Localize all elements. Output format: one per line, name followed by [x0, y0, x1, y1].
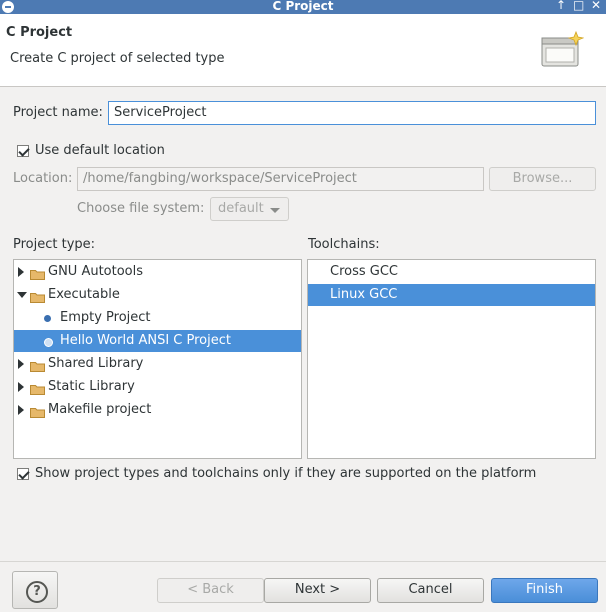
wizard-header: C Project Create C project of selected t…	[0, 14, 606, 87]
project-name-label: Project name:	[13, 105, 103, 120]
browse-button[interactable]: Browse...	[489, 167, 596, 191]
file-system-label: Choose file system:	[77, 201, 205, 216]
toolchain-item[interactable]: Cross GCC	[308, 261, 595, 283]
folder-icon	[30, 266, 45, 280]
filter-supported-label: Show project types and toolchains only i…	[35, 466, 537, 481]
toolchains-list[interactable]: Cross GCC Linux GCC	[307, 259, 596, 459]
project-template-icon	[44, 338, 53, 347]
help-button[interactable]: ?	[12, 571, 58, 609]
project-type-item[interactable]: Hello World ANSI C Project	[14, 330, 301, 352]
expand-arrow-down-icon[interactable]	[17, 292, 27, 298]
next-button[interactable]: Next >	[264, 578, 371, 603]
back-button[interactable]: < Back	[157, 578, 264, 603]
project-type-item[interactable]: GNU Autotools	[14, 261, 301, 283]
use-default-location-label: Use default location	[35, 143, 165, 158]
maximize-icon[interactable]: □	[573, 0, 584, 12]
project-template-icon	[44, 315, 51, 322]
project-type-label: Executable	[48, 287, 120, 302]
file-system-value: default	[218, 201, 264, 216]
location-input[interactable]: /home/fangbing/workspace/ServiceProject	[77, 167, 484, 191]
window-title: C Project	[272, 0, 334, 13]
restore-icon[interactable]: ↑	[556, 0, 566, 12]
project-type-item[interactable]: Executable	[14, 284, 301, 306]
project-type-label: Makefile project	[48, 402, 152, 417]
project-type-label: GNU Autotools	[48, 264, 144, 279]
expand-arrow-right-icon[interactable]	[18, 382, 24, 392]
project-type-item[interactable]: Static Library	[14, 376, 301, 398]
new-project-wizard-icon	[541, 30, 584, 67]
project-type-label: Project type:	[13, 237, 96, 252]
wizard-subtitle: Create C project of selected type	[10, 51, 225, 66]
expand-arrow-right-icon[interactable]	[18, 359, 24, 369]
file-system-select[interactable]: default	[210, 197, 289, 221]
folder-icon	[30, 358, 45, 372]
folder-icon	[30, 404, 45, 418]
toolchain-label: Linux GCC	[330, 287, 398, 302]
folder-icon	[30, 381, 45, 395]
expand-arrow-right-icon[interactable]	[18, 267, 24, 277]
folder-icon	[30, 289, 45, 303]
footer-separator	[0, 561, 606, 562]
expand-arrow-right-icon[interactable]	[18, 405, 24, 415]
wizard-title: C Project	[6, 25, 73, 40]
filter-supported-checkbox[interactable]	[17, 468, 29, 480]
project-type-label: Static Library	[48, 379, 135, 394]
location-label: Location:	[13, 171, 73, 186]
use-default-location-checkbox[interactable]	[17, 145, 29, 157]
project-type-label: Empty Project	[60, 310, 151, 325]
project-type-label: Hello World ANSI C Project	[60, 333, 231, 348]
window-titlebar: C Project ↑ □ ✕	[0, 0, 606, 14]
close-icon[interactable]: ✕	[591, 0, 601, 12]
project-type-item[interactable]: Empty Project	[14, 307, 301, 329]
toolchain-item[interactable]: Linux GCC	[308, 284, 595, 306]
toolchains-label: Toolchains:	[308, 237, 380, 252]
help-icon: ?	[26, 581, 48, 603]
project-type-item[interactable]: Shared Library	[14, 353, 301, 375]
project-type-item[interactable]: Makefile project	[14, 399, 301, 421]
finish-button[interactable]: Finish	[491, 578, 598, 603]
chevron-down-icon	[270, 208, 280, 213]
cancel-button[interactable]: Cancel	[377, 578, 484, 603]
project-type-tree[interactable]: GNU Autotools Executable Empty Project Hell…	[13, 259, 302, 459]
project-type-label: Shared Library	[48, 356, 144, 371]
project-name-input[interactable]: ServiceProject	[108, 101, 596, 125]
toolchain-label: Cross GCC	[330, 264, 398, 279]
